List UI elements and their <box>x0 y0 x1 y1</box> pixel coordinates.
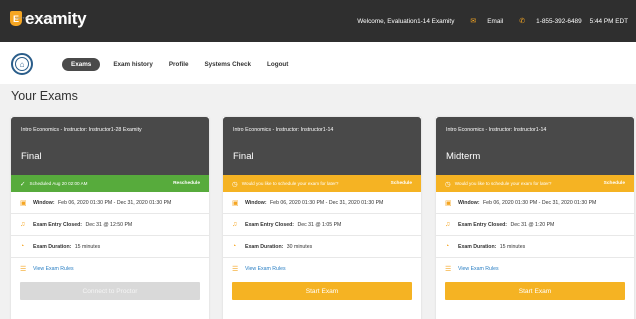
list-icon: ☰ <box>232 266 239 273</box>
duration-label: Exam Duration: <box>33 243 72 250</box>
banner-text: Would you like to schedule your exam for… <box>241 181 339 186</box>
window-row: ▣ Window: Feb 06, 2020 01:30 PM - Dec 31,… <box>223 192 421 214</box>
exam-type: Midterm <box>446 151 481 162</box>
entry-value: Dec 31 @ 1:20 PM <box>510 221 555 228</box>
window-row: ▣ Window: Feb 06, 2020 01:30 PM - Dec 31,… <box>436 192 634 214</box>
window-value: Feb 06, 2020 01:30 PM - Dec 31, 2020 01:… <box>58 199 172 206</box>
view-rules-link[interactable]: ☰ View Exam Rules <box>11 258 209 280</box>
duration-value: 30 minutes <box>286 243 313 250</box>
course-name: Intro Economics - Instructor: Instructor… <box>233 127 334 133</box>
calendar-icon: ▣ <box>445 199 452 207</box>
phone-label: 1-855-392-6489 <box>536 18 582 25</box>
nav-systems-check[interactable]: Systems Check <box>204 61 251 68</box>
rules-text: View Exam Rules <box>245 266 286 272</box>
start-exam-button[interactable]: Start Exam <box>445 282 625 300</box>
card-header: Intro Economics - Instructor: Instructor… <box>11 117 209 175</box>
window-label: Window: <box>245 199 267 206</box>
duration-row: ◔ Exam Duration: 15 minutes <box>11 236 209 258</box>
logo-tagline: BETTER TEST INTEGRITY <box>16 16 60 20</box>
duration-row: ◔ Exam Duration: 30 minutes <box>223 236 421 258</box>
banner-text: Would you like to schedule your exam for… <box>454 181 552 186</box>
rules-text: View Exam Rules <box>33 266 74 272</box>
stopwatch-icon: ◔ <box>20 243 25 250</box>
envelope-icon: ✉ <box>470 18 477 25</box>
duration-row: ◔ Exam Duration: 15 minutes <box>436 236 634 258</box>
start-exam-button[interactable]: Start Exam <box>232 282 412 300</box>
view-rules-link[interactable]: ☰ View Exam Rules <box>436 258 634 280</box>
nav-exam-history[interactable]: Exam history <box>113 61 153 68</box>
institution-logo: ⌂ <box>11 53 33 75</box>
exam-type: Final <box>21 151 42 162</box>
window-label: Window: <box>33 199 55 206</box>
bell-icon: ♫ <box>232 221 238 228</box>
exam-type: Final <box>233 151 254 162</box>
check-icon: ✓ <box>20 180 26 188</box>
email-link[interactable]: ✉ Email <box>462 17 503 25</box>
duration-label: Exam Duration: <box>458 243 497 250</box>
view-rules-link[interactable]: ☰ View Exam Rules <box>223 258 421 280</box>
rules-text: View Exam Rules <box>458 266 499 272</box>
entry-label: Exam Entry Closed: <box>245 221 295 228</box>
entry-row: ♫ Exam Entry Closed: Dec 31 @ 1:20 PM <box>436 214 634 236</box>
phone-number: ✆ 1-855-392-6489 <box>511 17 581 25</box>
card-header: Intro Economics - Instructor: Instructor… <box>436 117 634 175</box>
stopwatch-icon: ◔ <box>232 243 237 250</box>
top-bar: E examity BETTER TEST INTEGRITY Welcome,… <box>0 0 636 42</box>
schedule-link[interactable]: Schedule <box>604 181 625 186</box>
banner-text: Scheduled Aug 20 02:00 AM <box>29 181 88 186</box>
clock-icon: ◷ <box>232 180 238 188</box>
entry-value: Dec 31 @ 12:50 PM <box>85 221 133 228</box>
exam-card: Intro Economics - Instructor: Instructor… <box>11 117 209 319</box>
current-time: 5:44 PM EDT <box>589 17 628 25</box>
window-label: Window: <box>458 199 480 206</box>
header-info: Welcome, Evaluation1-14 Examity ✉ Email ✆… <box>349 0 628 42</box>
email-label: Email <box>487 18 504 25</box>
duration-value: 15 minutes <box>74 243 101 250</box>
list-icon: ☰ <box>20 266 27 273</box>
entry-row: ♫ Exam Entry Closed: Dec 31 @ 1:05 PM <box>223 214 421 236</box>
entry-value: Dec 31 @ 1:05 PM <box>297 221 342 228</box>
schedule-link[interactable]: Schedule <box>391 181 412 186</box>
course-name: Intro Economics - Instructor: Instructor… <box>21 127 142 133</box>
main-nav: Exams Exam history Profile Systems Check… <box>62 58 304 71</box>
building-icon: ⌂ <box>15 57 29 71</box>
calendar-icon: ▣ <box>20 199 27 207</box>
welcome-text: Welcome, Evaluation1-14 Examity <box>357 17 455 25</box>
schedule-banner: ◷ Would you like to schedule your exam fo… <box>223 175 421 192</box>
course-name: Intro Economics - Instructor: Instructor… <box>446 127 547 133</box>
exam-card: Intro Economics - Instructor: Instructor… <box>223 117 421 319</box>
connect-to-proctor-button[interactable]: Connect to Proctor <box>20 282 200 300</box>
window-value: Feb 06, 2020 01:30 PM - Dec 31, 2020 01:… <box>483 199 597 206</box>
window-row: ▣ Window: Feb 06, 2020 01:30 PM - Dec 31,… <box>11 192 209 214</box>
stopwatch-icon: ◔ <box>445 243 450 250</box>
card-header: Intro Economics - Instructor: Instructor… <box>223 117 421 175</box>
reschedule-link[interactable]: Reschedule <box>173 181 200 186</box>
duration-label: Exam Duration: <box>245 243 284 250</box>
duration-value: 15 minutes <box>499 243 526 250</box>
entry-label: Exam Entry Closed: <box>33 221 83 228</box>
list-icon: ☰ <box>445 266 452 273</box>
clock-icon: ◷ <box>445 180 451 188</box>
nav-profile[interactable]: Profile <box>169 61 189 68</box>
exam-card: Intro Economics - Instructor: Instructor… <box>436 117 634 319</box>
bell-icon: ♫ <box>445 221 451 228</box>
calendar-icon: ▣ <box>232 199 239 207</box>
nav-logout[interactable]: Logout <box>267 61 288 68</box>
nav-exams[interactable]: Exams <box>62 58 101 71</box>
entry-label: Exam Entry Closed: <box>458 221 508 228</box>
page-title: Your Exams <box>11 89 78 103</box>
schedule-banner: ✓ Scheduled Aug 20 02:00 AM Reschedule <box>11 175 209 192</box>
bell-icon: ♫ <box>20 221 26 228</box>
phone-icon: ✆ <box>519 18 526 25</box>
window-value: Feb 06, 2020 01:30 PM - Dec 31, 2020 01:… <box>270 199 384 206</box>
entry-row: ♫ Exam Entry Closed: Dec 31 @ 12:50 PM <box>11 214 209 236</box>
schedule-banner: ◷ Would you like to schedule your exam fo… <box>436 175 634 192</box>
